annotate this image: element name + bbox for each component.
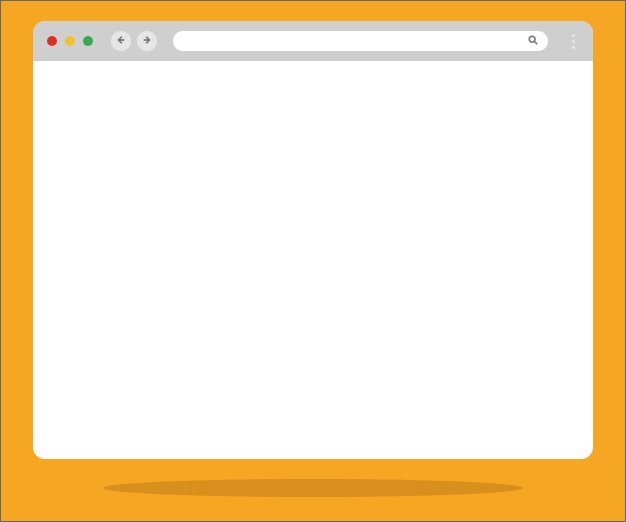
window-controls [47, 36, 93, 46]
back-button[interactable] [111, 31, 131, 51]
maximize-window-button[interactable] [83, 36, 93, 46]
page-content [33, 61, 593, 459]
arrow-right-icon [142, 32, 152, 50]
dot-icon [572, 40, 575, 43]
browser-toolbar [33, 21, 593, 61]
browser-window [33, 21, 593, 459]
window-shadow [103, 479, 523, 497]
search-icon [528, 32, 538, 50]
dot-icon [572, 34, 575, 37]
minimize-window-button[interactable] [65, 36, 75, 46]
dot-icon [572, 46, 575, 49]
arrow-left-icon [116, 32, 126, 50]
menu-button[interactable] [568, 30, 579, 53]
address-input[interactable] [183, 35, 528, 47]
nav-buttons [111, 31, 157, 51]
address-bar[interactable] [173, 31, 548, 51]
close-window-button[interactable] [47, 36, 57, 46]
forward-button[interactable] [137, 31, 157, 51]
